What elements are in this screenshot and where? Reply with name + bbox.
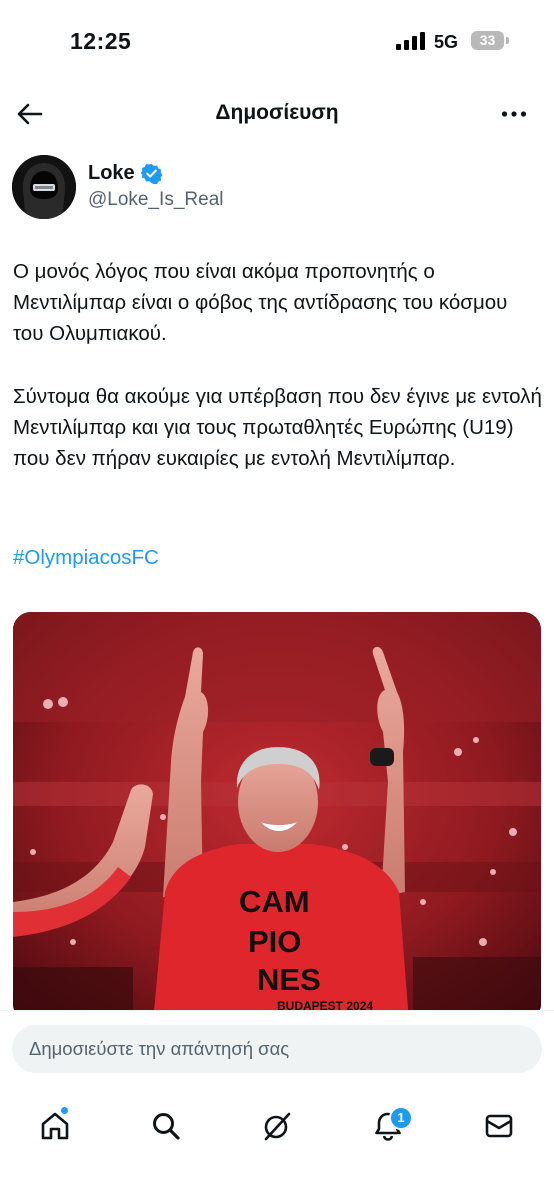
grok-icon: [264, 1112, 291, 1141]
search-icon: [153, 1113, 180, 1140]
reply-bar: Δημοσιεύστε την απάντησή σας: [0, 1010, 554, 1089]
tab-notifications[interactable]: 1: [360, 1098, 416, 1154]
reply-input[interactable]: Δημοσιεύστε την απάντησή σας: [12, 1025, 542, 1073]
user-handle[interactable]: @Loke_Is_Real: [88, 189, 223, 211]
more-options-button[interactable]: [496, 98, 532, 130]
top-header: Δημοσίευση: [0, 88, 554, 140]
avatar[interactable]: [12, 155, 76, 219]
home-unread-dot: [61, 1107, 68, 1114]
shirt-text: PIO: [248, 924, 301, 959]
shirt-text: NES: [257, 962, 321, 997]
hooded-figure-avatar-image: [12, 155, 76, 219]
battery-icon: 33: [471, 31, 504, 50]
battery-cap: [506, 37, 509, 44]
celebration-photo: CAM PIO NES BUDAPEST 2024: [13, 612, 541, 1022]
shirt-text: CAM: [239, 884, 310, 919]
more-horizontal-icon: [501, 111, 527, 117]
mail-icon: [485, 1114, 513, 1138]
tweet-paragraph: Σύντομα θα ακούμε για υπέρβαση που δεν έ…: [13, 384, 542, 471]
network-type: 5G: [434, 32, 459, 52]
home-icon: [41, 1112, 69, 1140]
tweet-paragraph: Ο μονός λόγος που είναι ακόμα προπονητής…: [13, 260, 508, 346]
tab-explore[interactable]: [138, 1098, 194, 1154]
cellular-signal-icon: [396, 32, 426, 50]
tab-home[interactable]: [27, 1098, 83, 1154]
tab-messages[interactable]: [471, 1098, 527, 1154]
hashtag-link[interactable]: #OlympiacosFC: [13, 546, 159, 570]
notification-count-badge: 1: [389, 1106, 413, 1130]
tweet-author: Loke @Loke_Is_Real: [12, 155, 542, 219]
status-time: 12:25: [70, 28, 132, 54]
bottom-tab-bar: 1: [0, 1088, 554, 1200]
page-title: Δημοσίευση: [215, 101, 339, 124]
tweet-media-image[interactable]: CAM PIO NES BUDAPEST 2024: [13, 612, 541, 1022]
verified-badge-icon: [140, 163, 162, 184]
display-name[interactable]: Loke: [88, 162, 162, 185]
status-bar: 12:25 5G 33: [0, 0, 554, 82]
tweet-text: Ο μονός λόγος που είναι ακόμα προπονητής…: [13, 256, 543, 474]
tab-grok[interactable]: [249, 1098, 305, 1154]
display-name-text: Loke: [88, 162, 135, 184]
